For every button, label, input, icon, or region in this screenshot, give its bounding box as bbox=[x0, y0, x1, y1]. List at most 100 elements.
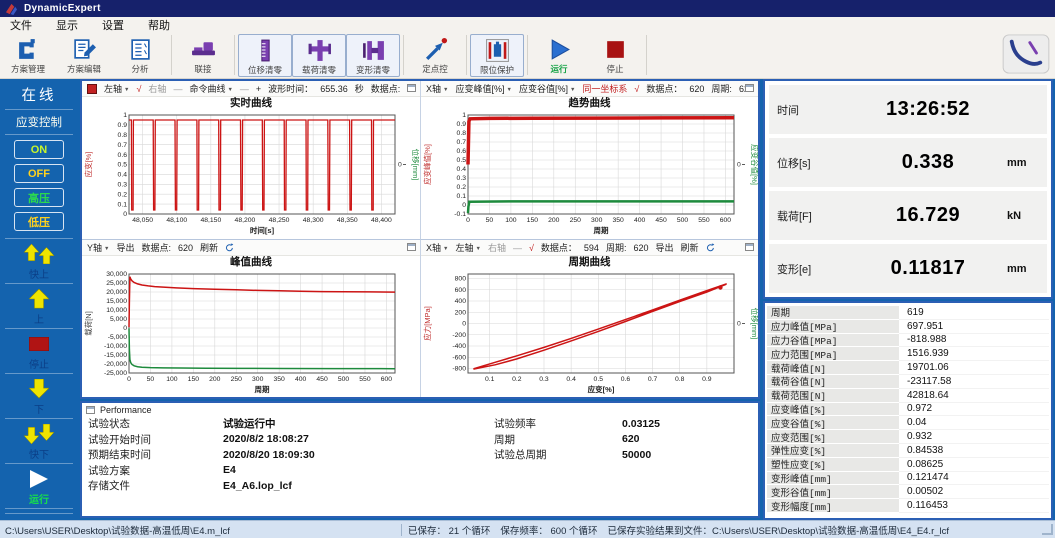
menu-item[interactable]: 显示 bbox=[46, 17, 92, 33]
reading-row: 位移[s] 0.338 mm bbox=[769, 138, 1047, 187]
chart-header-control[interactable] bbox=[706, 243, 715, 253]
chart-header-control[interactable]: Y轴 bbox=[87, 241, 109, 254]
info-value: 620 bbox=[622, 433, 640, 445]
table-row[interactable]: 变形峰值[mm] 0.121474 bbox=[767, 472, 1049, 486]
menu-item[interactable]: 文件 bbox=[0, 17, 46, 33]
trend-chart-panel: X轴应变峰值[%]应变谷值[%]同一坐标系√数据点：620周期:620 趋势曲线… bbox=[420, 81, 758, 239]
stat-label: 载荷范围[N] bbox=[767, 389, 899, 403]
chart-header-control[interactable]: 应变谷值[%] bbox=[519, 82, 575, 95]
off-button[interactable]: OFF bbox=[14, 164, 64, 183]
high-pressure-button[interactable]: 高压 bbox=[14, 188, 64, 207]
table-row[interactable]: 应力峰值[MPa] 697.951 bbox=[767, 320, 1049, 334]
stat-label: 载荷峰值[N] bbox=[767, 361, 899, 375]
toolbar-button-connect[interactable]: 联接 bbox=[175, 34, 231, 75]
toolbar-button-limit-protect[interactable]: 限位保护 bbox=[470, 34, 524, 77]
chart-header-control[interactable]: 导出 bbox=[656, 241, 674, 254]
table-row[interactable]: 应力范围[MPa] 1516.939 bbox=[767, 347, 1049, 361]
table-row[interactable]: 应变范围[%] 0.932 bbox=[767, 430, 1049, 444]
table-row[interactable]: 应变谷值[%] 0.04 bbox=[767, 416, 1049, 430]
popout-icon[interactable] bbox=[407, 84, 416, 92]
chart-header-control[interactable]: 刷新 bbox=[200, 241, 218, 254]
table-row[interactable]: 周期 619 bbox=[767, 306, 1049, 320]
table-row[interactable]: 载荷峰值[N] 19701.06 bbox=[767, 361, 1049, 375]
chart-header-control: 波形时间： bbox=[268, 82, 313, 95]
jog-down-button[interactable]: 下 bbox=[0, 374, 78, 418]
jog-label: 运行 bbox=[29, 491, 49, 506]
test-info-columns: 试验状态 试验运行中 试验开始时间 2020/8/2 18:08:27 预期结束… bbox=[82, 416, 758, 494]
toolbar-separator bbox=[403, 35, 404, 75]
toolbar-button-deform-zero[interactable]: 变形清零 bbox=[346, 34, 400, 77]
toolbar-button-stop[interactable]: 停止 bbox=[587, 34, 643, 75]
on-button[interactable]: ON bbox=[14, 140, 64, 159]
popout-icon[interactable] bbox=[407, 243, 416, 251]
table-row[interactable]: 变形谷值[mm] 0.00502 bbox=[767, 485, 1049, 499]
trend-chart[interactable]: 050100150200250300350400450500550600-0.1… bbox=[422, 110, 758, 236]
toolbar-button-plan-edit[interactable]: 方案编辑 bbox=[56, 34, 112, 75]
chart-header-control[interactable]: √ bbox=[634, 84, 639, 94]
chart-header-control[interactable]: 右轴 bbox=[488, 241, 506, 254]
toolbar-button-displacement-zero[interactable]: 位移清零 bbox=[238, 34, 292, 77]
popout-icon[interactable] bbox=[745, 84, 754, 92]
info-row: 周期 620 bbox=[494, 432, 660, 448]
popout-icon[interactable] bbox=[86, 406, 95, 414]
chart-header-control[interactable]: 刷新 bbox=[681, 241, 699, 254]
svg-text:0: 0 bbox=[462, 202, 466, 209]
svg-text:1: 1 bbox=[123, 112, 127, 119]
toolbar-label: 停止 bbox=[606, 63, 623, 75]
toolbar-button-point-control[interactable]: 定点控 bbox=[407, 34, 463, 75]
chart-header-control[interactable]: 右轴 bbox=[148, 82, 166, 95]
chart-header-control[interactable]: 左轴 bbox=[455, 241, 480, 254]
chart-header-control[interactable]: 命令曲线 bbox=[189, 82, 232, 95]
cycle-chart-panel: X轴左轴右轴—√数据点：594周期:620导出刷新 周期曲线 0.10.20.3… bbox=[420, 239, 758, 397]
control-sidebar: 在线 应变控制 ON OFF 高压 低压 快上 上 停止 bbox=[0, 79, 78, 520]
realtime-chart[interactable]: 48,05048,10048,15048,20048,25048,30048,3… bbox=[83, 110, 419, 236]
chart-header-control[interactable]: √ bbox=[529, 243, 534, 253]
jog-up-button[interactable]: 上 bbox=[0, 284, 78, 328]
stat-label: 应力峰值[MPa] bbox=[767, 320, 899, 334]
menu-item[interactable]: 帮助 bbox=[138, 17, 184, 33]
table-row[interactable]: 载荷谷值[N] -23117.58 bbox=[767, 375, 1049, 389]
svg-text:0.8: 0.8 bbox=[456, 130, 466, 137]
peak-chart[interactable]: 050100150200250300350400450500550600-25,… bbox=[83, 269, 419, 395]
chart-title: 周期曲线 bbox=[421, 256, 758, 269]
status-bar: C:\Users\USER\Desktop\试验数据-高温低周\E4.m_lcf… bbox=[0, 520, 1055, 538]
cycle-chart[interactable]: 0.10.20.30.40.50.60.70.80.9-800-600-400-… bbox=[422, 269, 758, 395]
table-row[interactable]: 塑性应变[%] 0.08625 bbox=[767, 458, 1049, 472]
jog-fast-up-button[interactable]: 快上 bbox=[0, 239, 78, 283]
chart-header-control[interactable]: √ bbox=[136, 84, 141, 94]
toolbar-button-load-zero[interactable]: 载荷清零 bbox=[292, 34, 346, 77]
toolbar-button-plan-manage[interactable]: 方案管理 bbox=[0, 34, 56, 75]
jog-stop-button[interactable]: 停止 bbox=[0, 329, 78, 373]
chart-header-control[interactable]: 左轴 bbox=[104, 82, 129, 95]
chart-header-control[interactable]: 同一坐标系 bbox=[582, 82, 627, 95]
table-row[interactable]: 应变峰值[%] 0.972 bbox=[767, 403, 1049, 417]
menu-item[interactable]: 设置 bbox=[92, 17, 138, 33]
table-row[interactable]: 载荷范围[N] 42818.64 bbox=[767, 389, 1049, 403]
svg-text:周期: 周期 bbox=[593, 225, 608, 235]
chart-header-control: — bbox=[240, 84, 249, 94]
test-info-right: 试验频率 0.03125 周期 620 试验总周期 50000 bbox=[488, 416, 660, 494]
resize-grip[interactable] bbox=[1042, 524, 1053, 535]
svg-text:10,000: 10,000 bbox=[106, 307, 127, 314]
chart-header-control[interactable] bbox=[225, 243, 234, 253]
toolbar-label: 方案管理 bbox=[11, 63, 45, 75]
stat-value: 0.00502 bbox=[899, 485, 1049, 499]
info-value: 50000 bbox=[622, 449, 651, 461]
popout-icon[interactable] bbox=[745, 243, 754, 251]
table-row[interactable]: 变形幅度[mm] 0.116453 bbox=[767, 499, 1049, 513]
low-pressure-button[interactable]: 低压 bbox=[14, 212, 64, 231]
chart-header-control[interactable]: X轴 bbox=[426, 82, 448, 95]
toolbar-button-run[interactable]: 运行 bbox=[531, 34, 587, 75]
chart-header-control[interactable]: X轴 bbox=[426, 241, 448, 254]
info-value: 0.03125 bbox=[622, 418, 660, 430]
table-row[interactable]: 弹性应变[%] 0.84538 bbox=[767, 444, 1049, 458]
chart-header-control[interactable]: + bbox=[256, 84, 261, 94]
run-button[interactable]: 运行 bbox=[0, 464, 78, 508]
toolbar-button-analyze[interactable]: 分析 bbox=[112, 34, 168, 75]
jog-fast-down-button[interactable]: 快下 bbox=[0, 419, 78, 463]
svg-text:48,350: 48,350 bbox=[337, 217, 358, 224]
table-row[interactable]: 应力谷值[MPa] -818.988 bbox=[767, 334, 1049, 348]
chart-header-control[interactable]: 导出 bbox=[116, 241, 134, 254]
dynamicexpert-window: DynamicExpert 文件显示设置帮助 方案管理 方案编辑 分析 联接 位… bbox=[0, 0, 1055, 538]
chart-header-control[interactable]: 应变峰值[%] bbox=[455, 82, 511, 95]
